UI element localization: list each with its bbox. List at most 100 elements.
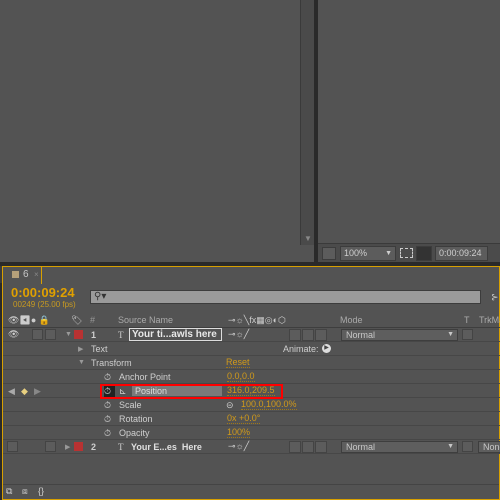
frame-info: 00249 (25.00 fps)	[13, 300, 76, 309]
search-input[interactable]: ⚲▾	[90, 290, 481, 304]
av-switches-icons: 👁◀● 🔒	[8, 315, 50, 325]
chevron-down-icon: ▼	[447, 331, 454, 338]
property-value[interactable]: 0x +0.0°	[227, 414, 261, 424]
property-value[interactable]: 316.0,209.5	[227, 386, 275, 396]
layer-index: 1	[91, 330, 97, 340]
switch-box[interactable]	[302, 329, 314, 341]
expand-layer-switches-icon[interactable]: ⧉	[6, 486, 12, 497]
column-t: T	[464, 315, 470, 325]
stopwatch-icon[interactable]: ⏱	[104, 372, 111, 383]
layer-name[interactable]: Your E...es Here	[131, 442, 202, 452]
switch-box[interactable]	[289, 441, 301, 453]
toggle-switches-modes-icon[interactable]: {}	[38, 486, 44, 496]
property-transform[interactable]: ▼ Transform Reset	[3, 356, 500, 370]
transparency-grid-icon[interactable]	[416, 246, 432, 261]
property-opacity[interactable]: ⏱ Opacity 100%	[3, 426, 500, 440]
mode-value: Normal	[346, 330, 376, 340]
property-value[interactable]: 100.0,100.0%	[241, 400, 297, 410]
video-switch[interactable]	[7, 441, 18, 452]
layer-row[interactable]: 👁 ▼ 1 T Your ti...awls here ⊸☼╱ Normal ▼	[3, 328, 500, 342]
label-color[interactable]	[74, 330, 83, 339]
collapsed-triangle-icon[interactable]: ▶	[78, 345, 83, 353]
label-icon: 🏷	[71, 315, 83, 325]
viewer-toolbar: 100% ▼ 0:00:09:24	[318, 243, 500, 262]
constrain-proportions-icon[interactable]: ⊝	[226, 400, 234, 411]
close-icon[interactable]: ×	[34, 270, 39, 279]
collapsed-triangle-icon[interactable]: ▶	[65, 443, 70, 451]
property-label: Position	[132, 386, 222, 396]
search-icon: ⚲▾	[94, 291, 107, 302]
preserve-transparency[interactable]	[462, 441, 473, 452]
preserve-transparency[interactable]	[462, 329, 473, 340]
eye-icon[interactable]: 👁	[8, 329, 19, 340]
mode-dropdown[interactable]: Normal ▼	[341, 329, 458, 341]
animate-label[interactable]: Animate:	[283, 344, 319, 354]
column-trkmat: TrkMat	[479, 315, 500, 325]
layer-index: 2	[91, 442, 97, 452]
text-layer-icon: T	[118, 442, 124, 452]
stopwatch-icon[interactable]: ⏱	[104, 400, 111, 411]
tab-comp-6[interactable]: 6 ×	[2, 266, 42, 284]
region-icon[interactable]	[322, 247, 336, 260]
scroll-down-icon[interactable]: ▼	[304, 234, 312, 243]
column-header: 👁◀● 🔒 🏷 # Source Name ⊸☼╲fx▦◎◐⬡ Mode T T…	[3, 313, 500, 328]
graph-editor-icon[interactable]: ⊱	[491, 292, 499, 303]
solo-switch[interactable]	[32, 329, 43, 340]
property-rotation[interactable]: ⏱ Rotation 0x +0.0°	[3, 412, 500, 426]
prev-keyframe-icon[interactable]: ◀	[8, 386, 15, 397]
expand-triangle-icon[interactable]: ▼	[78, 359, 85, 366]
switch-box[interactable]	[315, 329, 327, 341]
transform-group-label: Transform	[91, 358, 132, 368]
property-label: Scale	[119, 400, 142, 410]
layer-switches-icons[interactable]: ⊸☼╱	[228, 441, 249, 452]
reset-link[interactable]: Reset	[226, 358, 250, 368]
expand-modes-icon[interactable]: ⧈	[22, 486, 28, 497]
text-group-label: Text	[91, 344, 108, 354]
layer-switches-icons[interactable]: ⊸☼╱	[228, 329, 249, 340]
stopwatch-icon[interactable]: ⏱	[104, 428, 111, 439]
column-source-name[interactable]: Source Name	[118, 315, 173, 325]
property-label: Opacity	[119, 428, 150, 438]
timeline-footer: ⧉ ⧈ {}	[3, 484, 499, 499]
tab-label: 6	[23, 269, 29, 280]
property-label: Anchor Point	[119, 372, 171, 382]
composition-icon	[12, 271, 19, 278]
stopwatch-icon[interactable]: ⏱	[104, 414, 111, 425]
composition-viewer	[318, 0, 500, 262]
property-label: Rotation	[119, 414, 153, 424]
trkmat-dropdown[interactable]: None	[478, 441, 500, 453]
switch-box[interactable]	[289, 329, 301, 341]
expand-triangle-icon[interactable]: ▼	[65, 331, 72, 338]
property-anchor-point[interactable]: ⏱ Anchor Point 0.0,0.0	[3, 370, 500, 384]
switch-box[interactable]	[302, 441, 314, 453]
vertical-scrollbar[interactable]: ▼	[300, 0, 314, 245]
column-number: #	[90, 315, 96, 325]
safe-margins-icon[interactable]	[400, 248, 413, 258]
layer-row[interactable]: ▶ 2 T Your E...es Here ⊸☼╱ Normal ▼ None	[3, 440, 500, 454]
layer-name[interactable]: Your ti...awls here	[129, 328, 222, 341]
column-mode: Mode	[340, 315, 363, 325]
label-color[interactable]	[74, 442, 83, 451]
next-keyframe-icon[interactable]: ▶	[34, 386, 41, 397]
switch-box[interactable]	[315, 441, 327, 453]
graph-icon[interactable]: ⊾	[119, 386, 127, 397]
keyframe-icon[interactable]: ◆	[21, 386, 28, 397]
lock-switch[interactable]	[45, 441, 56, 452]
chevron-down-icon: ▼	[447, 443, 454, 450]
property-value[interactable]: 0.0,0.0	[227, 372, 255, 382]
switches-icons: ⊸☼╲fx▦◎◐⬡	[228, 315, 286, 325]
animate-play-icon[interactable]: ▶	[322, 344, 331, 353]
property-text[interactable]: ▶ Text Animate: ▶	[3, 342, 500, 356]
zoom-dropdown[interactable]: 100% ▼	[340, 246, 396, 261]
lock-switch[interactable]	[45, 329, 56, 340]
property-value[interactable]: 100%	[227, 428, 251, 438]
current-time-display[interactable]: 0:00:09:24	[435, 246, 488, 261]
stopwatch-active-icon[interactable]: ⏱	[104, 386, 115, 397]
text-layer-icon: T	[118, 330, 124, 340]
mode-dropdown[interactable]: Normal ▼	[341, 441, 458, 453]
current-time[interactable]: 0:00:09:24	[11, 285, 75, 300]
property-position[interactable]: ◀ ◆ ▶ ⏱ ⊾ Position 316.0,209.5	[3, 384, 500, 399]
mode-value: Normal	[346, 442, 376, 452]
composition-panel-left	[0, 0, 314, 262]
property-scale[interactable]: ⏱ Scale ⊝ 100.0,100.0%	[3, 398, 500, 412]
